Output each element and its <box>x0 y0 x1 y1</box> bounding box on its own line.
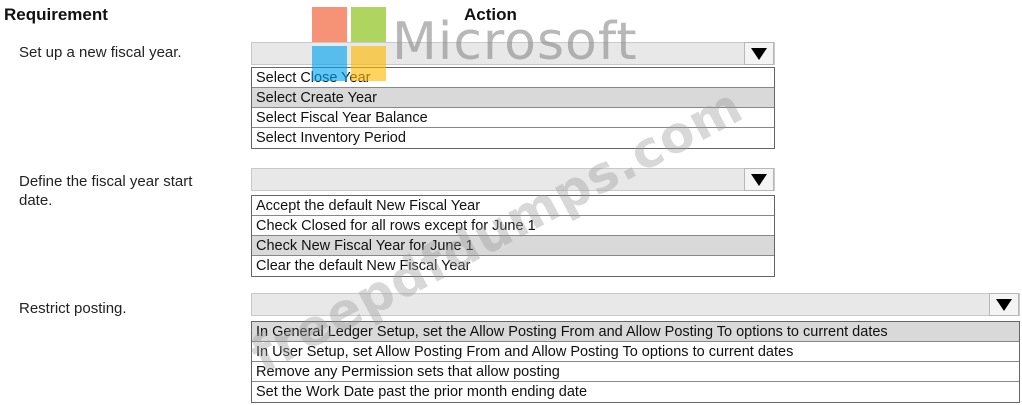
chevron-down-icon[interactable] <box>989 293 1019 316</box>
option-item[interactable]: Remove any Permission sets that allow po… <box>252 362 1019 382</box>
requirement-header: Requirement <box>4 5 108 24</box>
option-item[interactable]: Clear the default New Fiscal Year <box>252 256 774 276</box>
requirement-label-2: Define the fiscal year start date. <box>19 173 193 209</box>
chevron-down-icon[interactable] <box>744 42 774 65</box>
requirement-label-1: Set up a new fiscal year. <box>19 44 182 61</box>
option-item[interactable]: In User Setup, set Allow Posting From an… <box>252 342 1019 362</box>
chevron-down-icon[interactable] <box>744 168 774 191</box>
microsoft-logo-icon <box>312 7 386 81</box>
options-list-3: In General Ledger Setup, set the Allow P… <box>251 321 1020 403</box>
microsoft-watermark-text: Microsoft <box>392 12 638 72</box>
requirement-label-3: Restrict posting. <box>19 300 127 317</box>
option-item[interactable]: Set the Work Date past the prior month e… <box>252 382 1019 402</box>
